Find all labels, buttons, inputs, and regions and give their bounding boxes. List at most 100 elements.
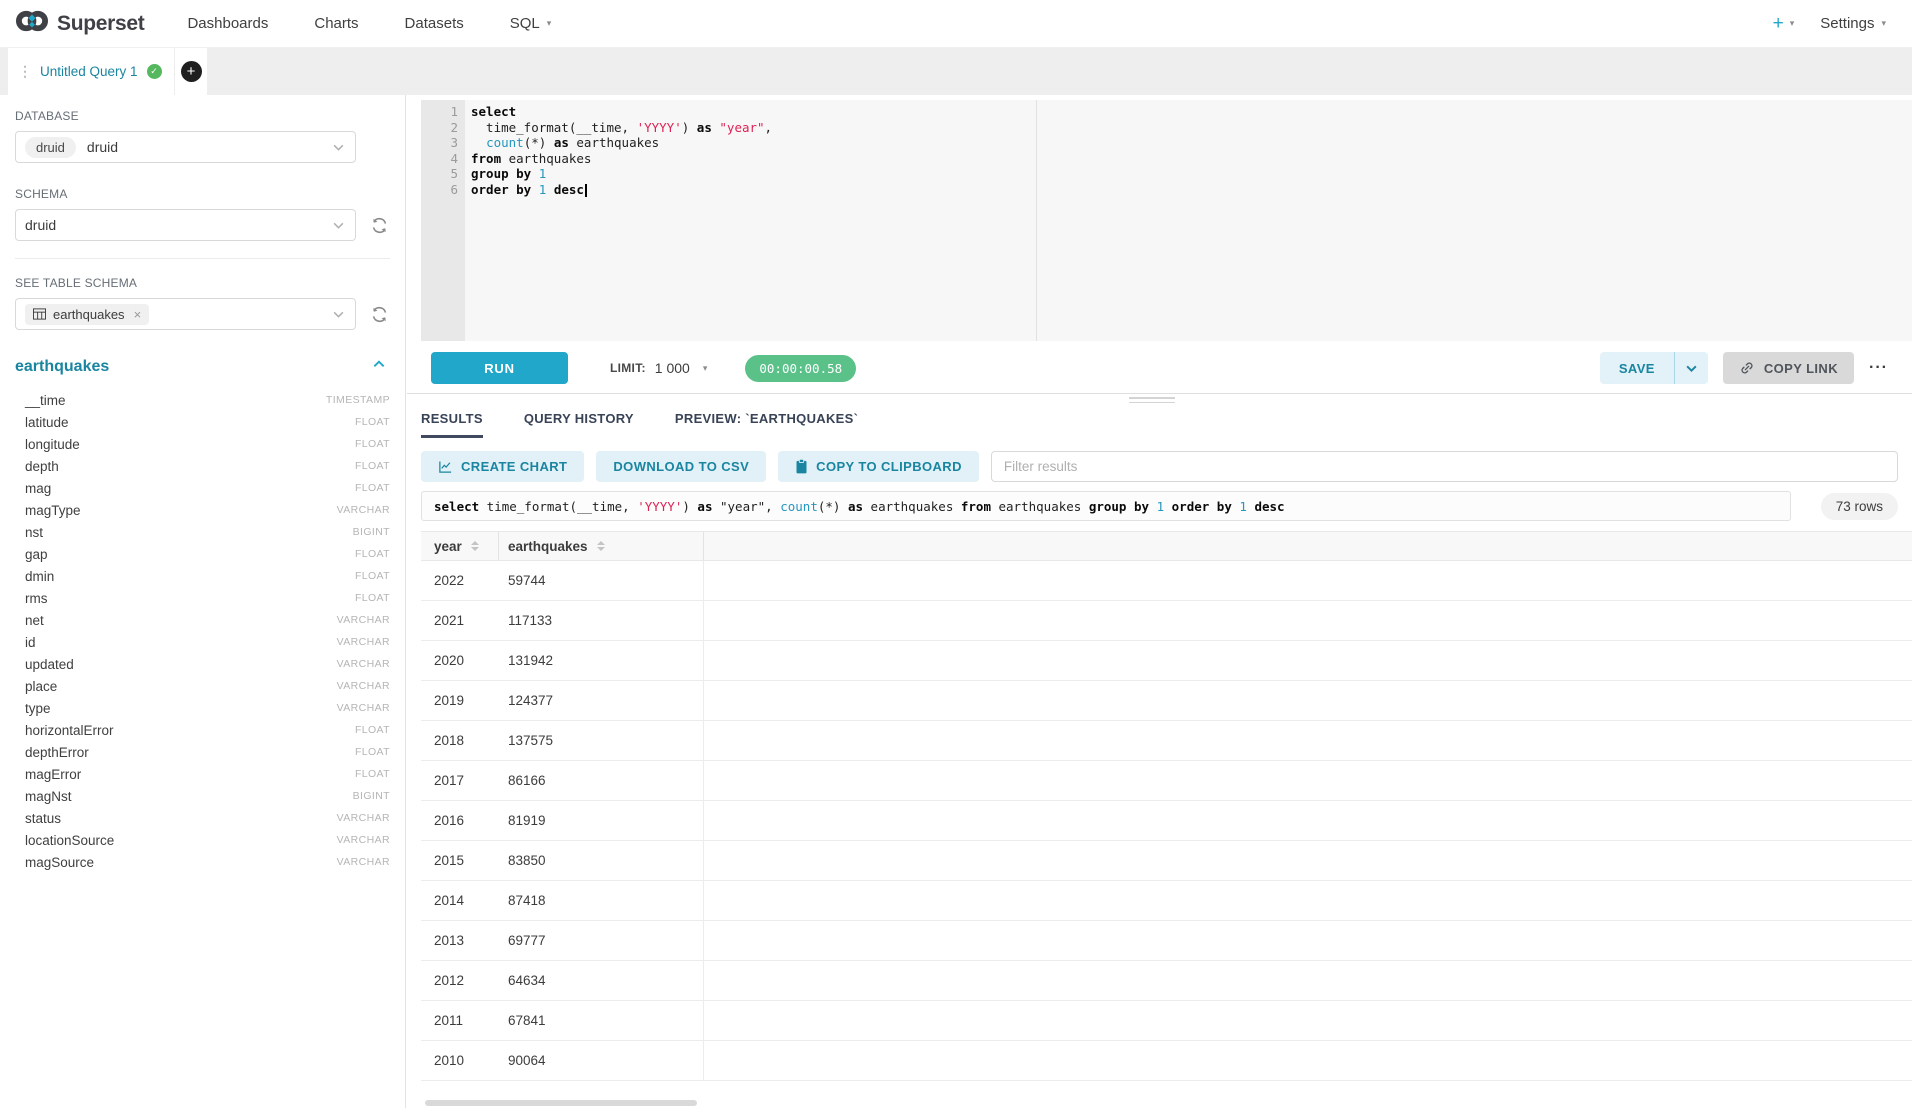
caret-down-icon: ▾ xyxy=(1881,18,1886,29)
refresh-icon xyxy=(370,305,389,324)
sidebar-divider xyxy=(15,258,390,259)
executed-query: select time_format(__time, 'YYYY') as "y… xyxy=(421,491,1791,521)
chevron-down-icon xyxy=(332,219,345,237)
table-row: 201583850 xyxy=(421,841,1912,881)
results-body: 2022597442021117133202013194220191243772… xyxy=(421,561,1912,1081)
run-button[interactable]: RUN xyxy=(431,352,568,384)
save-button[interactable]: SAVE xyxy=(1600,352,1674,384)
schema-select[interactable]: druid xyxy=(15,209,356,241)
save-options-button[interactable] xyxy=(1674,352,1708,384)
nav-dashboards[interactable]: Dashboards xyxy=(164,15,291,32)
more-options-button[interactable]: ··· xyxy=(1869,359,1888,377)
nav-sql[interactable]: SQL ▾ xyxy=(487,15,575,32)
settings-menu[interactable]: Settings ▾ xyxy=(1820,15,1886,32)
column-header-year[interactable]: year xyxy=(421,532,499,560)
editor-toolbar: RUN LIMIT: 1 000 ▾ 00:00:00.58 SAVE xyxy=(407,347,1912,389)
schema-column-row: nstBIGINT xyxy=(15,521,390,543)
results-actions: CREATE CHART DOWNLOAD TO CSV COPY TO CLI… xyxy=(421,451,1898,482)
tab-preview-earthquakes[interactable]: PREVIEW: `EARTHQUAKES` xyxy=(675,411,858,438)
schema-column-row: magErrorFLOAT xyxy=(15,763,390,785)
sort-icon[interactable] xyxy=(471,541,479,551)
results-panel: RESULTS QUERY HISTORY PREVIEW: `EARTHQUA… xyxy=(407,394,1912,1108)
new-item-button[interactable]: + ▾ xyxy=(1773,14,1795,33)
schema-column-row: depthErrorFLOAT xyxy=(15,741,390,763)
query-tabbar: ⋮ Untitled Query 1 ✓ × + xyxy=(0,48,1912,95)
results-header-row: yearearthquakes xyxy=(421,531,1912,561)
table-row: 201264634 xyxy=(421,961,1912,1001)
filter-results-input[interactable] xyxy=(991,451,1898,482)
tab-label: Untitled Query 1 xyxy=(40,64,138,79)
schema-column-row: longitudeFLOAT xyxy=(15,433,390,455)
chart-icon xyxy=(438,459,453,474)
copy-clipboard-button[interactable]: COPY TO CLIPBOARD xyxy=(778,451,979,482)
schema-column-row: magTypeVARCHAR xyxy=(15,499,390,521)
create-chart-button[interactable]: CREATE CHART xyxy=(421,451,584,482)
chevron-down-icon xyxy=(332,141,345,159)
refresh-tables-button[interactable] xyxy=(368,303,390,325)
table-row: 201167841 xyxy=(421,1001,1912,1041)
column-header-earthquakes[interactable]: earthquakes xyxy=(499,532,704,560)
plus-icon: + xyxy=(1773,14,1784,33)
refresh-schema-button[interactable] xyxy=(368,214,390,236)
collapse-icon[interactable] xyxy=(372,357,386,376)
schema-column-row: magNstBIGINT xyxy=(15,785,390,807)
tab-untitled-query[interactable]: ⋮ Untitled Query 1 ✓ × xyxy=(8,48,174,95)
tab-results[interactable]: RESULTS xyxy=(421,411,483,438)
schema-column-row: dminFLOAT xyxy=(15,565,390,587)
plus-circle-icon: + xyxy=(181,61,202,82)
schema-column-row: rmsFLOAT xyxy=(15,587,390,609)
caret-down-icon: ▾ xyxy=(703,363,708,374)
schema-column-row: magSourceVARCHAR xyxy=(15,851,390,873)
remove-table-icon[interactable]: × xyxy=(134,307,142,322)
sort-icon[interactable] xyxy=(597,541,605,551)
top-navbar: Superset Dashboards Charts Datasets SQL … xyxy=(0,0,1912,48)
copy-link-button[interactable]: COPY LINK xyxy=(1723,352,1854,384)
save-split-button: SAVE xyxy=(1600,352,1708,384)
table-row: 2021117133 xyxy=(421,601,1912,641)
sql-editor[interactable]: 123456 select time_format(__time, 'YYYY'… xyxy=(421,100,1912,341)
table-schema-header[interactable]: earthquakes xyxy=(15,357,390,376)
table-schema-panel: earthquakes __timeTIMESTAMPlatitudeFLOAT… xyxy=(15,357,390,873)
link-icon xyxy=(1739,360,1755,376)
table-select[interactable]: earthquakes × xyxy=(15,298,356,330)
schema-column-row: updatedVARCHAR xyxy=(15,653,390,675)
check-circle-icon: ✓ xyxy=(147,64,162,79)
new-tab-button[interactable]: + xyxy=(175,48,207,95)
column-list: __timeTIMESTAMPlatitudeFLOATlongitudeFLO… xyxy=(15,389,390,873)
editor-pane: 123456 select time_format(__time, 'YYYY'… xyxy=(407,95,1912,1108)
download-csv-button[interactable]: DOWNLOAD TO CSV xyxy=(596,451,766,482)
schema-column-row: idVARCHAR xyxy=(15,631,390,653)
drag-handle-icon[interactable]: ⋮ xyxy=(18,63,32,80)
table-name: earthquakes xyxy=(15,358,109,376)
table-row: 201369777 xyxy=(421,921,1912,961)
query-timer-badge: 00:00:00.58 xyxy=(745,355,856,382)
row-count-badge: 73 rows xyxy=(1821,493,1898,520)
schema-column-row: __timeTIMESTAMP xyxy=(15,389,390,411)
results-tabs: RESULTS QUERY HISTORY PREVIEW: `EARTHQUA… xyxy=(407,411,1912,438)
database-select[interactable]: druid druid xyxy=(15,131,356,163)
editor-code[interactable]: select time_format(__time, 'YYYY') as "y… xyxy=(471,104,1912,198)
schema-column-row: placeVARCHAR xyxy=(15,675,390,697)
nav-datasets[interactable]: Datasets xyxy=(382,15,487,32)
table-row: 2020131942 xyxy=(421,641,1912,681)
table-row: 201786166 xyxy=(421,761,1912,801)
selected-table-tag: earthquakes × xyxy=(25,304,149,325)
refresh-icon xyxy=(370,216,389,235)
database-type-badge: druid xyxy=(25,137,76,158)
text-cursor xyxy=(585,184,587,197)
horizontal-scrollbar[interactable] xyxy=(425,1100,697,1106)
table-row: 2018137575 xyxy=(421,721,1912,761)
main-nav: Dashboards Charts Datasets SQL ▾ xyxy=(164,15,574,32)
brand-name: Superset xyxy=(57,12,144,36)
limit-dropdown[interactable]: LIMIT: 1 000 ▾ xyxy=(610,360,707,376)
table-row: 201681919 xyxy=(421,801,1912,841)
schema-label: SCHEMA xyxy=(15,187,390,201)
schema-column-row: typeVARCHAR xyxy=(15,697,390,719)
editor-gutter: 123456 xyxy=(421,100,465,341)
nav-charts[interactable]: Charts xyxy=(291,15,381,32)
table-grid-icon xyxy=(33,308,46,320)
table-row: 201090064 xyxy=(421,1041,1912,1081)
sql-lab-content: DATABASE druid druid SCHEMA druid xyxy=(0,95,1912,1108)
tab-query-history[interactable]: QUERY HISTORY xyxy=(524,411,634,438)
superset-logo[interactable]: Superset xyxy=(14,5,144,42)
